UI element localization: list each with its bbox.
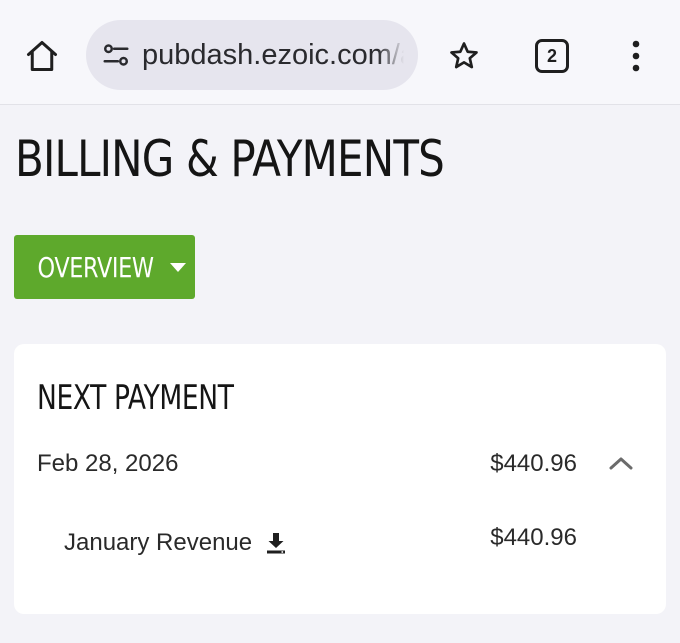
more-vert-icon — [632, 40, 640, 72]
card-title: NEXT PAYMENT — [37, 378, 234, 418]
overview-dropdown-button[interactable]: OVERVIEW — [14, 235, 195, 299]
browser-toolbar: pubdash.ezoic.com/a 2 — [0, 0, 680, 105]
tab-switcher-button[interactable]: 2 — [528, 32, 576, 80]
tab-count: 2 — [546, 46, 557, 66]
address-bar[interactable]: pubdash.ezoic.com/a — [86, 20, 418, 90]
payment-date: Feb 28, 2026 — [37, 450, 179, 477]
next-payment-card: NEXT PAYMENT Feb 28, 2026 $440.96 Januar… — [14, 344, 666, 614]
tab-switcher-icon: 2 — [535, 39, 569, 73]
caret-down-icon — [170, 262, 187, 272]
home-icon — [27, 41, 57, 71]
chevron-up-icon — [609, 457, 633, 470]
collapse-button[interactable] — [606, 448, 636, 478]
download-button[interactable] — [262, 529, 290, 557]
download-icon — [267, 533, 285, 554]
line-item-amount: $440.96 — [490, 524, 577, 551]
site-settings-icon[interactable] — [100, 39, 132, 71]
url-text[interactable]: pubdash.ezoic.com/a — [142, 39, 404, 72]
bookmark-button[interactable] — [440, 32, 488, 80]
payment-amount: $440.96 — [490, 450, 577, 477]
star-icon — [450, 42, 478, 69]
more-menu-button[interactable] — [612, 32, 660, 80]
overview-label: OVERVIEW — [37, 250, 154, 284]
line-item-label: January Revenue — [64, 529, 253, 556]
page-title: BILLING & PAYMENTS — [15, 130, 445, 188]
home-button[interactable] — [18, 32, 66, 80]
